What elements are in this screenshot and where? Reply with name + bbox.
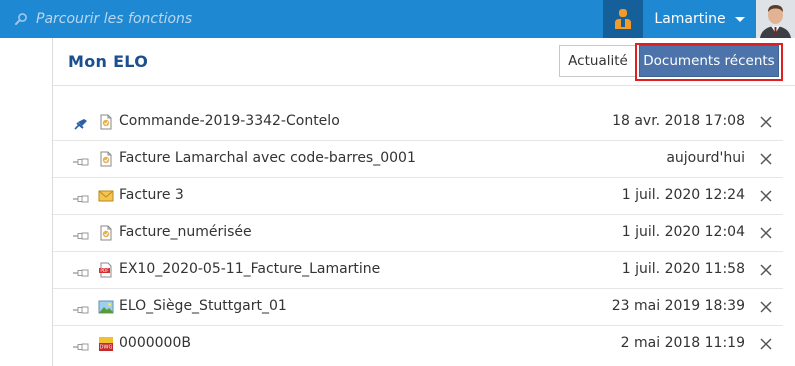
document-date: 1 juil. 2020 12:04 bbox=[621, 224, 745, 240]
email-icon bbox=[98, 188, 114, 204]
pinned-icon[interactable] bbox=[73, 116, 89, 130]
document-icon bbox=[98, 225, 114, 241]
unpinned-icon[interactable] bbox=[73, 153, 89, 166]
document-date: 2 mai 2018 11:19 bbox=[620, 335, 745, 351]
unpinned-icon[interactable] bbox=[73, 190, 89, 203]
list-item[interactable]: Commande-2019-3342-Contelo 18 avr. 2018 1… bbox=[53, 104, 783, 141]
unpinned-icon[interactable] bbox=[73, 301, 89, 314]
search-icon bbox=[15, 13, 27, 25]
close-icon[interactable] bbox=[757, 298, 775, 316]
close-icon[interactable] bbox=[757, 261, 775, 279]
unpinned-icon[interactable] bbox=[73, 264, 89, 277]
tab-news[interactable]: Actualité bbox=[559, 45, 637, 77]
tab-recent-documents[interactable]: Documents récents bbox=[639, 45, 779, 77]
document-name[interactable]: ELO_Siège_Stuttgart_01 bbox=[119, 298, 287, 314]
page-title: Mon ELO bbox=[68, 52, 149, 71]
document-date: 1 juil. 2020 11:58 bbox=[621, 261, 745, 277]
header-divider bbox=[53, 85, 795, 86]
document-icon bbox=[98, 114, 114, 130]
avatar[interactable] bbox=[756, 0, 795, 38]
document-date: 1 juil. 2020 12:24 bbox=[621, 187, 745, 203]
list-item[interactable]: Facture Lamarchal avec code-barres_0001 a… bbox=[53, 141, 783, 178]
document-date: 23 mai 2019 18:39 bbox=[611, 298, 745, 314]
user-name: Lamartine bbox=[654, 11, 726, 27]
chevron-down-icon bbox=[734, 16, 745, 22]
list-item[interactable]: ELO_Siège_Stuttgart_01 23 mai 2019 18:39 bbox=[53, 289, 783, 326]
dwg-icon: DWG bbox=[98, 336, 114, 352]
avatar-photo-icon bbox=[756, 0, 795, 38]
recent-documents-list: Commande-2019-3342-Contelo 18 avr. 2018 1… bbox=[53, 104, 783, 363]
close-icon[interactable] bbox=[757, 224, 775, 242]
document-name[interactable]: Commande-2019-3342-Contelo bbox=[119, 113, 340, 129]
left-rail bbox=[0, 38, 52, 366]
svg-text:PDF: PDF bbox=[100, 268, 109, 274]
document-name[interactable]: Facture 3 bbox=[119, 187, 184, 203]
image-icon bbox=[98, 299, 114, 315]
close-icon[interactable] bbox=[757, 187, 775, 205]
unpinned-icon[interactable] bbox=[73, 338, 89, 351]
document-date: aujourd'hui bbox=[666, 150, 745, 166]
search-input[interactable] bbox=[36, 11, 456, 27]
user-contact-icon bbox=[615, 9, 631, 29]
close-icon[interactable] bbox=[757, 150, 775, 168]
document-name[interactable]: Facture Lamarchal avec code-barres_0001 bbox=[119, 150, 416, 166]
unpinned-icon[interactable] bbox=[73, 227, 89, 240]
close-icon[interactable] bbox=[757, 335, 775, 353]
list-item[interactable]: Facture_numérisée 1 juil. 2020 12:04 bbox=[53, 215, 783, 252]
list-item[interactable]: Facture 3 1 juil. 2020 12:24 bbox=[53, 178, 783, 215]
document-name[interactable]: Facture_numérisée bbox=[119, 224, 252, 240]
user-menu-button[interactable]: Lamartine bbox=[643, 0, 756, 38]
contacts-button[interactable] bbox=[603, 0, 643, 38]
close-icon[interactable] bbox=[757, 113, 775, 131]
top-bar: Lamartine bbox=[0, 0, 795, 38]
document-name[interactable]: EX10_2020-05-11_Facture_Lamartine bbox=[119, 261, 380, 277]
document-name[interactable]: 0000000B bbox=[119, 335, 191, 351]
svg-text:DWG: DWG bbox=[100, 345, 113, 351]
list-item[interactable]: PDF EX10_2020-05-11_Facture_Lamartine 1 ju… bbox=[53, 252, 783, 289]
document-date: 18 avr. 2018 17:08 bbox=[612, 113, 745, 129]
search-box bbox=[14, 8, 456, 30]
list-item[interactable]: DWG 0000000B 2 mai 2018 11:19 bbox=[53, 326, 783, 363]
document-icon bbox=[98, 151, 114, 167]
pdf-icon: PDF bbox=[98, 262, 114, 278]
